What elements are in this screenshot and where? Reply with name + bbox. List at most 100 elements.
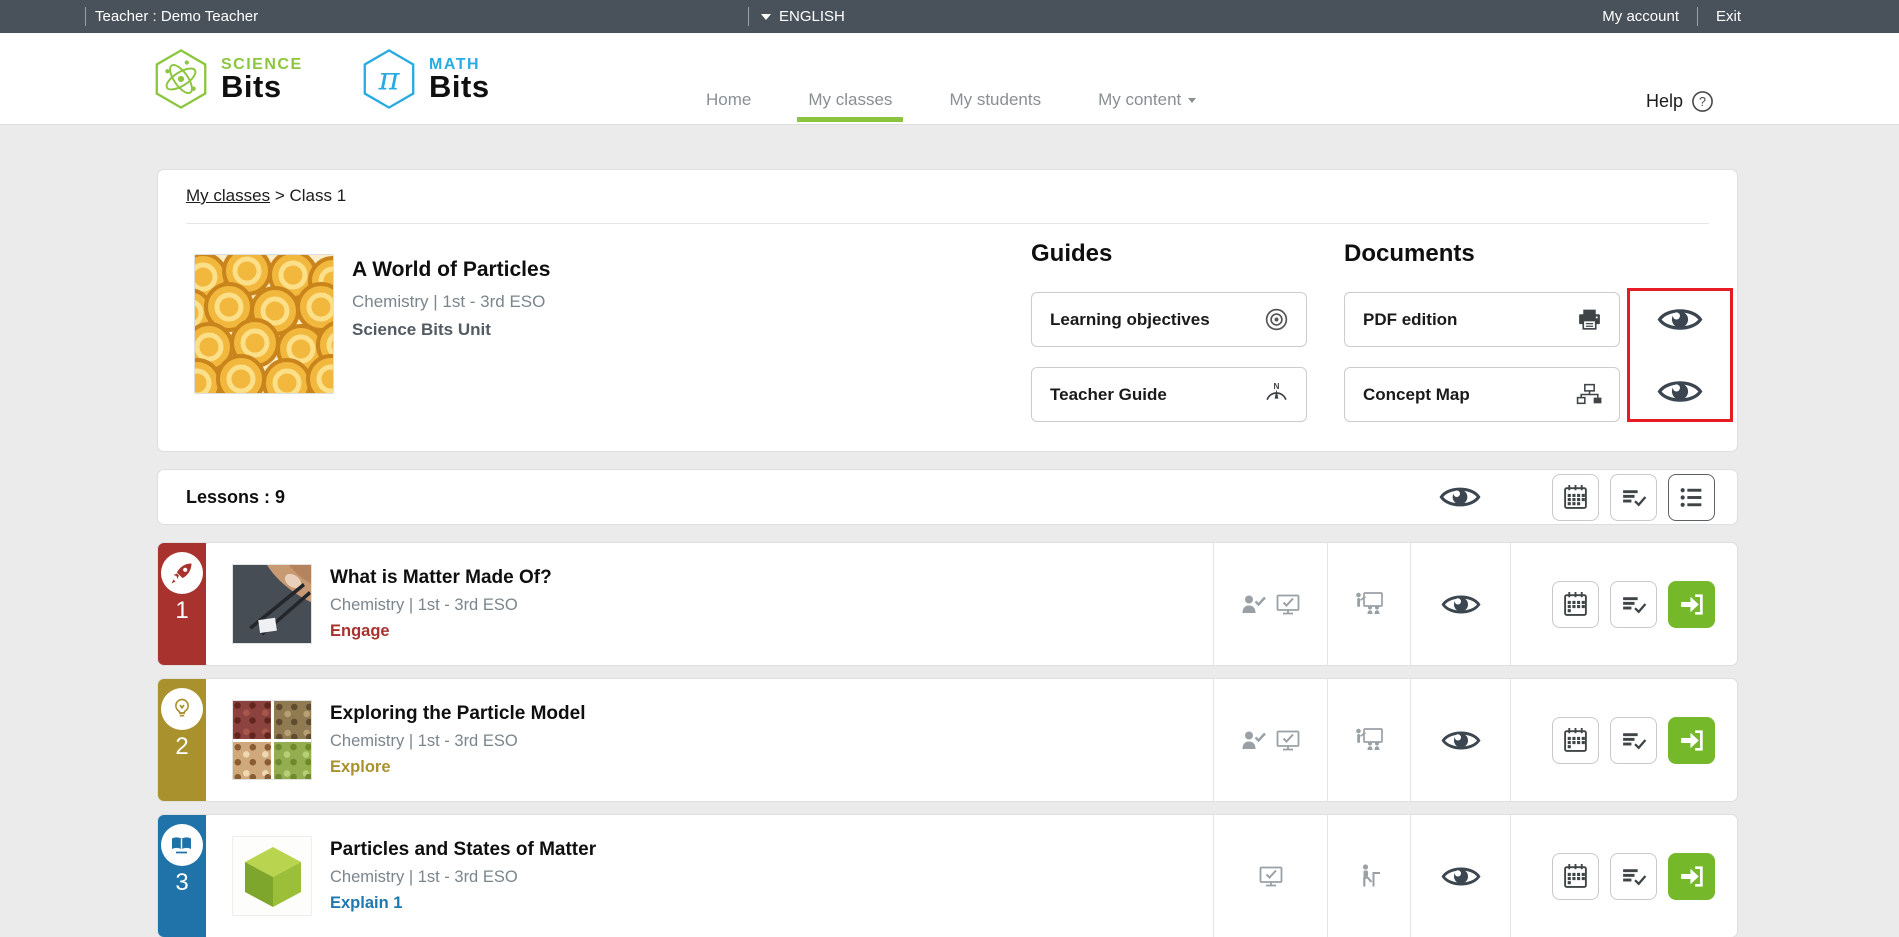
pdf-edition-label: PDF edition (1363, 310, 1457, 330)
lessons-bar: Lessons : 9 (158, 470, 1737, 524)
monitor-check-icon (1275, 592, 1301, 616)
lesson-tasks-button[interactable] (1610, 581, 1657, 628)
phase-badge (161, 688, 203, 730)
guides-heading: Guides (1031, 240, 1112, 268)
open-lesson-button[interactable] (1668, 581, 1715, 628)
lesson-visibility-eye-icon[interactable] (1441, 591, 1481, 618)
printer-icon (1576, 306, 1603, 333)
unit-title: A World of Particles (352, 258, 550, 282)
top-bar: Teacher : Demo Teacher ENGLISH My accoun… (0, 0, 1899, 33)
schedule-lesson-button[interactable] (1552, 853, 1599, 900)
nav-my-students[interactable]: My students (949, 90, 1041, 110)
unit-subject: Chemistry | 1st - 3rd ESO (352, 292, 550, 312)
lesson-row-1: 1 What is Matter Made Of? Chemistry | 1s… (158, 543, 1737, 665)
tasks-view-button[interactable] (1610, 474, 1657, 521)
exit-link[interactable]: Exit (1716, 8, 1741, 25)
language-selector[interactable]: ENGLISH (748, 0, 845, 33)
lesson-visibility-eye-icon[interactable] (1441, 863, 1481, 890)
question-circle-icon: ? (1691, 90, 1714, 113)
breadcrumb-separator: > (275, 186, 285, 205)
lesson-visibility-eye-icon[interactable] (1441, 727, 1481, 754)
lesson-subject: Chemistry | 1st - 3rd ESO (330, 596, 1213, 615)
concept-map-button[interactable]: Concept Map (1344, 367, 1620, 422)
topbar-divider (85, 7, 86, 26)
monitor-check-icon (1275, 728, 1301, 752)
logged-in-user-label: Teacher : Demo Teacher (95, 0, 258, 33)
chevron-down-icon (1188, 98, 1196, 103)
lesson-subject: Chemistry | 1st - 3rd ESO (330, 732, 1213, 751)
learning-objectives-button[interactable]: Learning objectives (1031, 292, 1307, 347)
tasks-icon (1620, 863, 1647, 890)
documents-heading: Documents (1344, 240, 1475, 268)
science-bits-logo[interactable]: SCIENCE Bits (150, 48, 303, 110)
teacher-guide-button[interactable]: Teacher Guide N (1031, 367, 1307, 422)
calendar-icon (1562, 863, 1589, 890)
unit-thumbnail (194, 254, 334, 394)
lesson-number: 3 (175, 869, 188, 897)
lesson-title: Particles and States of Matter (330, 839, 1213, 861)
tasks-icon (1620, 727, 1647, 754)
schedule-lesson-button[interactable] (1552, 581, 1599, 628)
lessons-count-label: Lessons : 9 (186, 487, 285, 508)
target-icon (1263, 306, 1290, 333)
lesson-phase-strip: 2 (158, 679, 206, 801)
lesson-number: 1 (175, 597, 188, 625)
enter-icon (1678, 727, 1705, 754)
lesson-phase-label: Explain 1 (330, 894, 1213, 913)
unit-type-label: Science Bits Unit (352, 320, 550, 340)
atom-icon (150, 48, 212, 110)
my-account-link[interactable]: My account (1602, 8, 1679, 25)
help-label: Help (1646, 91, 1683, 112)
lesson-thumbnail (232, 836, 312, 916)
nav-my-content[interactable]: My content (1098, 90, 1196, 110)
phase-badge (161, 824, 203, 866)
person-check-icon (1241, 729, 1267, 751)
tasks-icon (1620, 591, 1647, 618)
nav-my-classes[interactable]: My classes (808, 90, 892, 110)
monitor-check-icon (1258, 864, 1284, 888)
open-lesson-button[interactable] (1668, 853, 1715, 900)
person-desk-icon (1357, 863, 1381, 889)
lesson-subject: Chemistry | 1st - 3rd ESO (330, 868, 1213, 887)
lesson-number: 2 (175, 733, 188, 761)
lesson-row-2: 2 Exploring the Particle Model Chemistry… (158, 679, 1737, 801)
enter-icon (1678, 863, 1705, 890)
divider (186, 223, 1709, 224)
teacher-board-icon (1354, 591, 1384, 617)
logo-text-bits: Bits (429, 73, 490, 102)
lesson-title: Exploring the Particle Model (330, 703, 1213, 725)
breadcrumb-my-classes-link[interactable]: My classes (186, 186, 270, 205)
list-view-button[interactable] (1668, 474, 1715, 521)
concept-map-label: Concept Map (1363, 385, 1470, 405)
sitemap-icon (1576, 381, 1603, 408)
lesson-phase-strip: 3 (158, 815, 206, 937)
main-nav: Home My classes My students My content (706, 90, 1253, 110)
calendar-icon (1562, 727, 1589, 754)
lesson-tasks-button[interactable] (1610, 853, 1657, 900)
lesson-title: What is Matter Made Of? (330, 567, 1213, 589)
all-lessons-visibility-eye-icon[interactable] (1439, 483, 1481, 511)
pdf-edition-button[interactable]: PDF edition (1344, 292, 1620, 347)
svg-text:?: ? (1699, 95, 1706, 109)
list-icon (1678, 484, 1705, 511)
lesson-tasks-button[interactable] (1610, 717, 1657, 764)
topbar-divider (748, 7, 749, 26)
person-check-icon (1241, 593, 1267, 615)
annotation-highlight-rect (1627, 288, 1733, 422)
open-lesson-button[interactable] (1668, 717, 1715, 764)
schedule-all-button[interactable] (1552, 474, 1599, 521)
help-button[interactable]: Help ? (1646, 90, 1714, 113)
math-bits-logo[interactable]: π MATH Bits (358, 48, 490, 110)
compass-icon: N (1263, 381, 1290, 408)
pi-icon: π (358, 48, 420, 110)
calendar-icon (1562, 484, 1589, 511)
teacher-board-icon (1354, 727, 1384, 753)
schedule-lesson-button[interactable] (1552, 717, 1599, 764)
nav-home[interactable]: Home (706, 90, 751, 110)
learning-objectives-label: Learning objectives (1050, 310, 1210, 330)
breadcrumb-current: Class 1 (289, 186, 346, 205)
lesson-thumbnail (232, 700, 312, 780)
teacher-guide-label: Teacher Guide (1050, 385, 1167, 405)
logo-text-bits: Bits (221, 73, 303, 102)
rocket-icon (169, 560, 195, 586)
